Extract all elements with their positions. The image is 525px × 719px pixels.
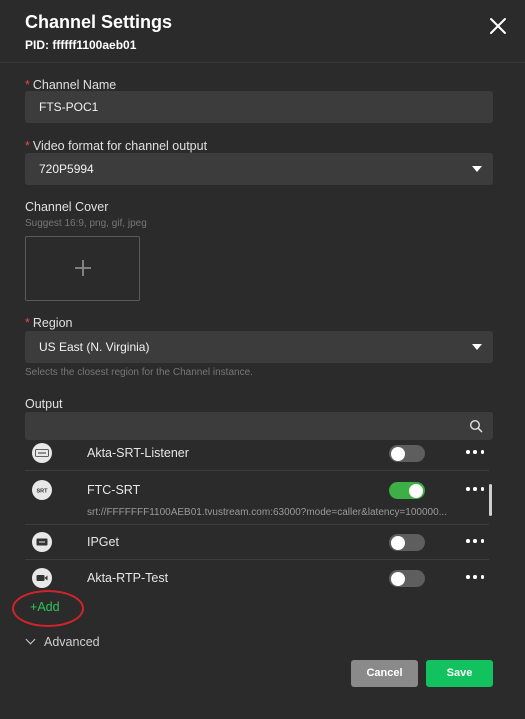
- annotation-circle: [12, 590, 84, 627]
- video-format-value: 720P5994: [39, 162, 94, 176]
- toggle-knob: [409, 483, 423, 498]
- region-value: US East (N. Virginia): [39, 340, 150, 354]
- ip-icon: [32, 532, 52, 552]
- required-mark: *: [25, 139, 30, 153]
- channel-cover-label: Channel Cover: [25, 200, 109, 214]
- srt-icon: [32, 443, 52, 463]
- more-options-icon[interactable]: [466, 449, 484, 455]
- channel-cover-upload[interactable]: [25, 236, 140, 301]
- camera-icon: [32, 568, 52, 588]
- row-divider: [25, 524, 489, 525]
- advanced-toggle[interactable]: Advanced: [25, 634, 100, 649]
- advanced-label: Advanced: [44, 635, 100, 649]
- toggle-knob: [391, 571, 405, 586]
- save-button[interactable]: Save: [426, 660, 493, 687]
- search-icon: [469, 419, 483, 433]
- output-toggle[interactable]: [389, 534, 425, 551]
- plus-icon: [75, 260, 91, 276]
- output-search-input[interactable]: [25, 412, 493, 440]
- output-name: Akta-RTP-Test: [87, 571, 169, 585]
- region-label: * Region: [25, 316, 73, 330]
- region-label-text: Region: [32, 316, 73, 330]
- more-options-icon[interactable]: [466, 486, 484, 492]
- output-url: srt://FFFFFFF1100AEB01.tvustream.com:630…: [87, 507, 447, 518]
- toggle-knob: [391, 446, 405, 461]
- toggle-knob: [391, 535, 405, 550]
- output-list: Akta-SRT-Listener SRT FTC-SRT srt://FFFF…: [25, 440, 493, 592]
- srt-icon: SRT: [32, 480, 52, 500]
- video-format-select[interactable]: 720P5994: [25, 153, 493, 185]
- output-toggle[interactable]: [389, 445, 425, 462]
- more-options-icon[interactable]: [466, 538, 484, 544]
- caret-down-icon: [472, 344, 482, 350]
- dialog-title: Channel Settings: [25, 12, 173, 32]
- output-list-scrollbar[interactable]: [489, 484, 492, 516]
- channel-name-label: * Channel Name: [25, 78, 116, 92]
- region-hint: Selects the closest region for the Chann…: [25, 367, 253, 378]
- output-name: FTC-SRT: [87, 483, 141, 497]
- cancel-button[interactable]: Cancel: [351, 660, 418, 687]
- caret-down-icon: [472, 166, 482, 172]
- row-divider: [25, 559, 489, 560]
- channel-name-label-text: Channel Name: [32, 78, 117, 92]
- video-format-label: * Video format for channel output: [25, 139, 207, 153]
- output-toggle[interactable]: [389, 570, 425, 587]
- chevron-down-icon: [25, 634, 36, 645]
- required-mark: *: [25, 316, 30, 330]
- region-select[interactable]: US East (N. Virginia): [25, 331, 493, 363]
- required-mark: *: [25, 78, 30, 92]
- svg-text:SRT: SRT: [37, 489, 49, 495]
- channel-name-value: FTS-POC1: [39, 100, 99, 114]
- close-icon[interactable]: [486, 14, 510, 38]
- output-name: IPGet: [87, 535, 119, 549]
- row-divider: [25, 470, 489, 471]
- channel-name-input[interactable]: FTS-POC1: [25, 91, 493, 123]
- pid-label: PID: ffffff1100aeb01: [25, 38, 137, 52]
- channel-cover-hint: Suggest 16:9, png, gif, jpeg: [25, 218, 147, 229]
- output-name: Akta-SRT-Listener: [87, 446, 189, 460]
- video-format-label-text: Video format for channel output: [32, 139, 208, 153]
- more-options-icon[interactable]: [466, 574, 484, 580]
- output-label: Output: [25, 397, 63, 411]
- header-divider: [0, 62, 525, 63]
- output-toggle[interactable]: [389, 482, 425, 499]
